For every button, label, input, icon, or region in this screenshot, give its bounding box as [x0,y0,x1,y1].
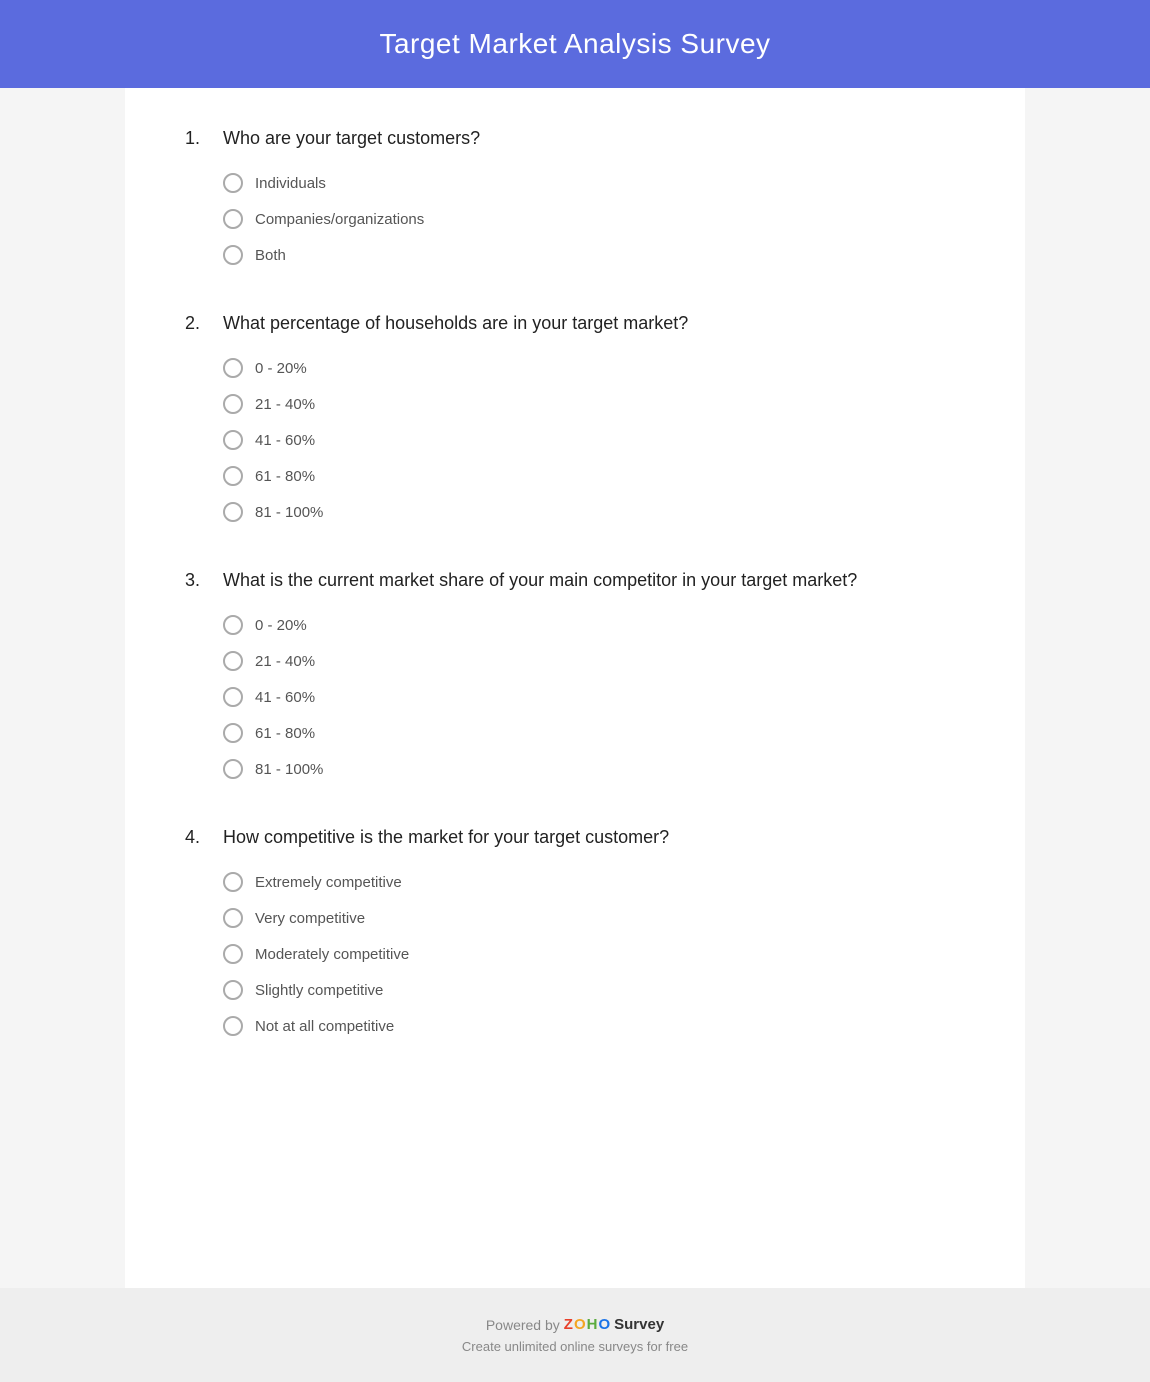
option-label: Very competitive [255,910,365,927]
question-4-number: 4. [185,827,215,848]
question-1-text: Who are your target customers? [223,128,480,149]
radio-button[interactable] [223,980,243,1000]
list-item[interactable]: Slightly competitive [223,980,965,1000]
list-item[interactable]: Extremely competitive [223,872,965,892]
question-3-number: 3. [185,570,215,591]
list-item[interactable]: Moderately competitive [223,944,965,964]
radio-button[interactable] [223,944,243,964]
option-label: Companies/organizations [255,211,424,228]
option-label: 81 - 100% [255,504,323,521]
radio-button[interactable] [223,615,243,635]
zoho-z: Z [564,1316,573,1333]
main-content: 1. Who are your target customers? Indivi… [125,88,1025,1288]
radio-button[interactable] [223,502,243,522]
option-label: 21 - 40% [255,396,315,413]
footer-sub-text: Create unlimited online surveys for free [20,1339,1130,1354]
option-label: 41 - 60% [255,432,315,449]
list-item[interactable]: Companies/organizations [223,209,965,229]
list-item[interactable]: 21 - 40% [223,394,965,414]
option-label: 21 - 40% [255,653,315,670]
question-3-title: 3. What is the current market share of y… [185,570,965,591]
radio-button[interactable] [223,394,243,414]
question-1-options: Individuals Companies/organizations Both [223,173,965,265]
option-label: Slightly competitive [255,982,383,999]
footer-powered-by: Powered by ZOHO Survey [20,1316,1130,1333]
radio-button[interactable] [223,908,243,928]
list-item[interactable]: 0 - 20% [223,615,965,635]
option-label: 0 - 20% [255,617,307,634]
list-item[interactable]: Very competitive [223,908,965,928]
option-label: 61 - 80% [255,725,315,742]
question-4-title: 4. How competitive is the market for you… [185,827,965,848]
zoho-logo: ZOHO [564,1316,610,1333]
zoho-o1: O [574,1316,586,1333]
question-1-title: 1. Who are your target customers? [185,128,965,149]
radio-button[interactable] [223,872,243,892]
list-item[interactable]: 41 - 60% [223,687,965,707]
option-label: Both [255,247,286,264]
question-1: 1. Who are your target customers? Indivi… [185,128,965,265]
radio-button[interactable] [223,759,243,779]
powered-by-text: Powered by [486,1317,560,1333]
radio-button[interactable] [223,358,243,378]
radio-button[interactable] [223,687,243,707]
list-item[interactable]: Individuals [223,173,965,193]
question-1-number: 1. [185,128,215,149]
question-3-text: What is the current market share of your… [223,570,857,591]
option-label: Moderately competitive [255,946,409,963]
radio-button[interactable] [223,651,243,671]
radio-button[interactable] [223,173,243,193]
option-label: 0 - 20% [255,360,307,377]
question-2-options: 0 - 20% 21 - 40% 41 - 60% 61 - 80% 81 - … [223,358,965,522]
page-footer: Powered by ZOHO Survey Create unlimited … [0,1288,1150,1382]
option-label: Extremely competitive [255,874,402,891]
question-2-number: 2. [185,313,215,334]
list-item[interactable]: Not at all competitive [223,1016,965,1036]
list-item[interactable]: 81 - 100% [223,759,965,779]
question-4: 4. How competitive is the market for you… [185,827,965,1036]
radio-button[interactable] [223,1016,243,1036]
radio-button[interactable] [223,723,243,743]
radio-button[interactable] [223,209,243,229]
survey-label: Survey [614,1316,664,1333]
option-label: 81 - 100% [255,761,323,778]
list-item[interactable]: 0 - 20% [223,358,965,378]
question-2: 2. What percentage of households are in … [185,313,965,522]
radio-button[interactable] [223,430,243,450]
option-label: Not at all competitive [255,1018,394,1035]
list-item[interactable]: 61 - 80% [223,723,965,743]
question-4-text: How competitive is the market for your t… [223,827,669,848]
list-item[interactable]: 61 - 80% [223,466,965,486]
option-label: 41 - 60% [255,689,315,706]
page-header: Target Market Analysis Survey [0,0,1150,88]
list-item[interactable]: Both [223,245,965,265]
list-item[interactable]: 81 - 100% [223,502,965,522]
list-item[interactable]: 21 - 40% [223,651,965,671]
question-2-text: What percentage of households are in you… [223,313,688,334]
page-title: Target Market Analysis Survey [20,28,1130,60]
question-4-options: Extremely competitive Very competitive M… [223,872,965,1036]
option-label: Individuals [255,175,326,192]
question-3-options: 0 - 20% 21 - 40% 41 - 60% 61 - 80% 81 - … [223,615,965,779]
radio-button[interactable] [223,466,243,486]
question-3: 3. What is the current market share of y… [185,570,965,779]
radio-button[interactable] [223,245,243,265]
zoho-o2: O [598,1316,610,1333]
question-2-title: 2. What percentage of households are in … [185,313,965,334]
list-item[interactable]: 41 - 60% [223,430,965,450]
zoho-h: H [587,1316,598,1333]
option-label: 61 - 80% [255,468,315,485]
